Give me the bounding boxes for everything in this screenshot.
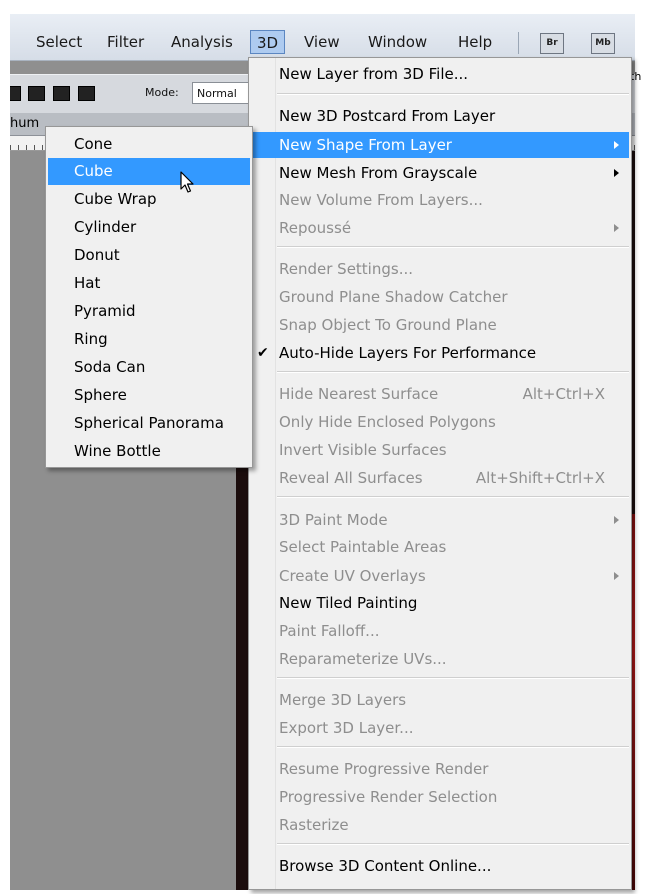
menu-item-3d-paint-mode[interactable]: 3D Paint Mode: [251, 507, 629, 533]
tool-shape-icon[interactable]: [28, 86, 45, 101]
submenu-item-soda-can[interactable]: Soda Can: [48, 354, 250, 381]
menu-separator: [277, 93, 629, 95]
menu-item-rasterize[interactable]: Rasterize: [251, 812, 629, 838]
submenu-item-sphere[interactable]: Sphere: [48, 382, 250, 409]
mini-bridge-launch-button[interactable]: Mb: [591, 33, 615, 54]
menu-item-new-mesh-from-grayscale[interactable]: New Mesh From Grayscale: [251, 160, 629, 186]
menu-bar: Select Filter Analysis 3D View Window He…: [10, 14, 635, 61]
tool-shape-icon[interactable]: [78, 86, 95, 101]
menu-item-auto-hide-layers[interactable]: ✔ Auto-Hide Layers For Performance: [251, 340, 629, 366]
submenu-item-pyramid[interactable]: Pyramid: [48, 298, 250, 325]
menu-analysis[interactable]: Analysis: [165, 30, 239, 54]
menu-3d[interactable]: 3D: [250, 30, 286, 54]
checkmark-icon: ✔: [257, 345, 269, 361]
menu-separator: [277, 677, 629, 679]
menu-item-create-uv-overlays[interactable]: Create UV Overlays: [251, 563, 629, 589]
submenu-item-cylinder[interactable]: Cylinder: [48, 214, 250, 241]
tool-shape-icon[interactable]: [10, 86, 21, 101]
shortcut-label: Alt+Shift+Ctrl+X: [475, 469, 605, 487]
menu-item-snap-object-to-ground[interactable]: Snap Object To Ground Plane: [251, 312, 629, 338]
menu-item-invert-visible-surfaces[interactable]: Invert Visible Surfaces: [251, 437, 629, 463]
submenu-item-ring[interactable]: Ring: [48, 326, 250, 353]
menu-item-new-tiled-painting[interactable]: New Tiled Painting: [251, 590, 629, 616]
menu-item-browse-3d-content-online[interactable]: Browse 3D Content Online...: [251, 853, 629, 879]
menu-item-select-paintable-areas[interactable]: Select Paintable Areas: [251, 534, 629, 560]
submenu-item-spherical-panorama[interactable]: Spherical Panorama: [48, 410, 250, 437]
menu-item-resume-progressive-render[interactable]: Resume Progressive Render: [251, 756, 629, 782]
menu-item-new-volume-from-layers[interactable]: New Volume From Layers...: [251, 187, 629, 213]
menu-item-reparameterize-uvs[interactable]: Reparameterize UVs...: [251, 646, 629, 672]
mode-label: Mode:: [145, 86, 179, 99]
menu-item-new-shape-from-layer[interactable]: New Shape From Layer: [251, 132, 629, 158]
menu-separator: [277, 246, 629, 248]
new-shape-submenu: Cone Cube Cube Wrap Cylinder Donut Hat P…: [45, 126, 253, 468]
submenu-item-donut[interactable]: Donut: [48, 242, 250, 269]
submenu-item-wine-bottle[interactable]: Wine Bottle: [48, 438, 250, 465]
menu-divider: [518, 32, 519, 54]
bridge-launch-button[interactable]: Br: [540, 33, 564, 54]
menu-item-only-hide-enclosed-polygons[interactable]: Only Hide Enclosed Polygons: [251, 409, 629, 435]
menu-view[interactable]: View: [298, 30, 346, 54]
menu-item-hide-nearest-surface[interactable]: Hide Nearest Surface Alt+Ctrl+X: [251, 381, 629, 407]
menu-help[interactable]: Help: [452, 30, 498, 54]
submenu-item-cone[interactable]: Cone: [48, 131, 250, 158]
menu-separator: [277, 496, 629, 498]
menu-item-export-3d-layer[interactable]: Export 3D Layer...: [251, 715, 629, 741]
menu-item-ground-plane-shadow-catcher[interactable]: Ground Plane Shadow Catcher: [251, 284, 629, 310]
menu-window[interactable]: Window: [362, 30, 433, 54]
menu-separator: [277, 746, 629, 748]
menu-item-render-settings[interactable]: Render Settings...: [251, 256, 629, 282]
menu-separator: [277, 843, 629, 845]
submenu-arrow-icon: [614, 516, 619, 524]
submenu-item-cube[interactable]: Cube: [48, 158, 250, 185]
menu-item-paint-falloff[interactable]: Paint Falloff...: [251, 618, 629, 644]
menu-3d-dropdown: New Layer from 3D File... New 3D Postcar…: [248, 57, 632, 890]
submenu-arrow-icon: [614, 169, 619, 177]
menu-separator: [277, 371, 629, 373]
submenu-item-hat[interactable]: Hat: [48, 270, 250, 297]
submenu-arrow-icon: [614, 572, 619, 580]
menu-item-merge-3d-layers[interactable]: Merge 3D Layers: [251, 687, 629, 713]
menu-item-progressive-render-selection[interactable]: Progressive Render Selection: [251, 784, 629, 810]
menu-filter[interactable]: Filter: [101, 30, 150, 54]
shortcut-label: Alt+Ctrl+X: [522, 385, 605, 403]
mouse-cursor-icon: [180, 171, 194, 193]
menu-item-reveal-all-surfaces[interactable]: Reveal All Surfaces Alt+Shift+Ctrl+X: [251, 465, 629, 491]
submenu-arrow-icon: [614, 224, 619, 232]
document-tab[interactable]: hum: [10, 116, 39, 131]
submenu-item-cube-wrap[interactable]: Cube Wrap: [48, 186, 250, 213]
menu-item-new-3d-postcard[interactable]: New 3D Postcard From Layer: [251, 103, 629, 129]
menu-item-new-layer-from-3d-file[interactable]: New Layer from 3D File...: [251, 61, 629, 87]
menu-item-repousse[interactable]: Repoussé: [251, 215, 629, 241]
tool-shape-icon[interactable]: [53, 86, 70, 101]
submenu-arrow-icon: [614, 141, 619, 149]
menu-select[interactable]: Select: [30, 30, 88, 54]
